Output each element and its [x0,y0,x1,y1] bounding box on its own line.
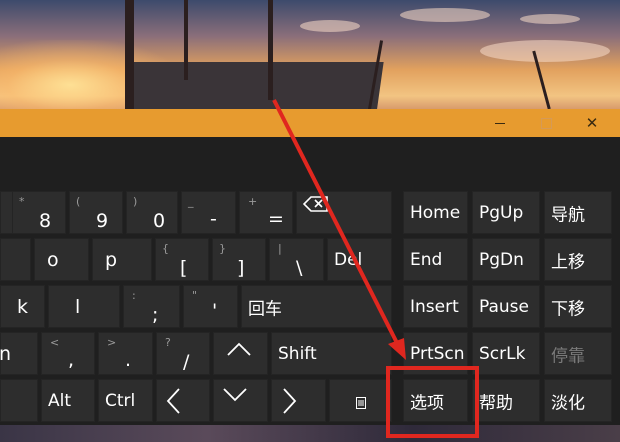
key-0[interactable]: ) 0 [126,191,178,234]
house-roof [126,62,384,114]
key-enter[interactable]: 回车 [241,285,392,328]
key-pause[interactable]: Pause [472,285,540,328]
tree-trunk [125,0,134,110]
key-semicolon[interactable]: : ; [123,285,180,328]
key-nav[interactable]: 导航 [544,191,612,234]
wallpaper-bottom [0,425,620,442]
key-options[interactable]: 选项 [403,379,468,422]
key-equals[interactable]: + = [239,191,293,234]
chevron-left-icon [166,388,180,414]
key-partial[interactable] [0,379,38,422]
key-shift[interactable]: Shift [271,332,392,375]
key-help[interactable]: 帮助 [472,379,540,422]
key-ctrl[interactable]: Ctrl [98,379,153,422]
tree-trunk [268,0,273,100]
key-left-arrow[interactable] [156,379,210,422]
key-dock[interactable]: 停靠 [544,332,612,375]
key-l[interactable]: l [48,285,120,328]
key-minus[interactable]: _ - [181,191,236,234]
chevron-down-icon [223,388,247,402]
key-9[interactable]: ( 9 [69,191,123,234]
key-end[interactable]: End [403,238,468,281]
key-fade[interactable]: 淡化 [544,379,612,422]
key-prtscn[interactable]: PrtScn [403,332,468,375]
key-quote[interactable]: " ' [183,285,238,328]
key-bracket-close[interactable]: } ] [212,238,266,281]
on-screen-keyboard-window: ✕ * 8 ( 9 ) 0 _ - + = o p { [ } ] | \ De… [0,109,620,425]
key-p[interactable]: p [92,238,152,281]
cloud [300,20,360,32]
key-alt[interactable]: Alt [41,379,95,422]
key-right-arrow[interactable] [271,379,326,422]
tree-trunk [184,0,188,80]
context-menu-icon [356,397,366,409]
key-k[interactable]: k [0,285,45,328]
key-o[interactable]: o [34,238,89,281]
key-backslash[interactable]: | \ [269,238,324,281]
cloud [400,8,490,22]
key-pgup[interactable]: PgUp [472,191,540,234]
key-move-up[interactable]: 上移 [544,238,612,281]
key-del[interactable]: Del [327,238,392,281]
close-button[interactable]: ✕ [569,109,615,137]
key-8[interactable]: * 8 [12,191,66,234]
key-bracket-open[interactable]: { [ [155,238,209,281]
key-partial[interactable] [0,238,31,281]
key-comma[interactable]: < , [41,332,95,375]
cloud [520,14,580,24]
title-bar[interactable]: ✕ [0,109,620,137]
key-slash[interactable]: ? / [156,332,210,375]
key-pgdn[interactable]: PgDn [472,238,540,281]
key-backspace[interactable] [296,191,392,234]
key-move-down[interactable]: 下移 [544,285,612,328]
key-down-arrow[interactable] [213,379,268,422]
key-context-menu[interactable] [329,379,392,422]
maximize-icon [540,117,552,129]
cloud [480,40,610,62]
minimize-button[interactable] [477,109,523,137]
key-up-arrow[interactable] [213,332,268,375]
key-period[interactable]: > . [98,332,153,375]
close-icon: ✕ [585,114,599,132]
key-scrlk[interactable]: ScrLk [472,332,540,375]
key-home[interactable]: Home [403,191,468,234]
minimize-icon [495,122,505,124]
maximize-button[interactable] [523,109,569,137]
chevron-up-icon [227,342,251,356]
key-n[interactable]: n [0,332,38,375]
key-insert[interactable]: Insert [403,285,468,328]
backspace-icon [303,196,328,212]
chevron-right-icon [283,388,297,414]
